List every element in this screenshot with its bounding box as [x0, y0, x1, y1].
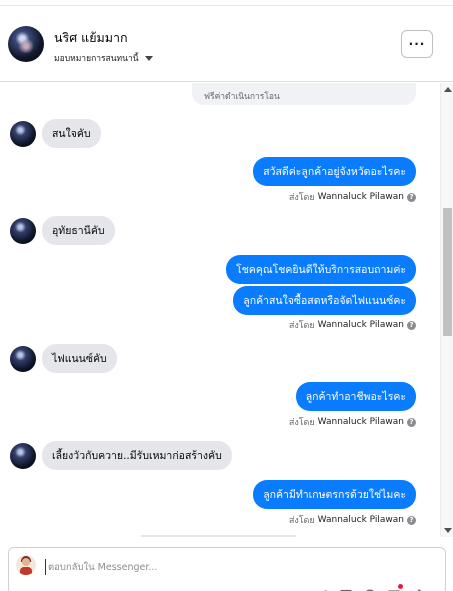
incoming-message[interactable]: สนใจคับ: [42, 119, 101, 148]
agent-name: Wannaluck Pilawan: [317, 320, 404, 330]
sent-by-label: ส่งโดย Wannaluck Pilawan ?: [289, 415, 416, 429]
scroll-down-arrow-icon[interactable]: [444, 528, 452, 533]
thread-scrollbar[interactable]: [440, 83, 453, 537]
gif-icon[interactable]: [339, 586, 353, 591]
paperclip-icon[interactable]: [315, 586, 329, 591]
agent-name: Wannaluck Pilawan: [317, 417, 404, 427]
system-banner: ฟรีค่าดำเนินการโอน: [192, 83, 416, 105]
more-horizontal-icon: ···: [408, 37, 426, 51]
incoming-message[interactable]: เลี้ยงวัวกับควาย..มีรับเหมาก่อสร้างคับ: [42, 441, 232, 470]
sent-by-prefix: ส่งโดย: [288, 516, 315, 526]
sent-by-label: ส่งโดย Wannaluck Pilawan ?: [289, 513, 416, 527]
partial-divider: [141, 535, 296, 537]
customer-avatar[interactable]: [10, 217, 36, 244]
outgoing-message[interactable]: โชคคุณโชคยินดีให้บริการสอบถามค่ะ: [226, 255, 416, 284]
sent-by-label: ส่งโดย Wannaluck Pilawan ?: [289, 190, 416, 204]
outgoing-message[interactable]: ลูกค้ามีทำเกษตรกรด้วยใช่ไมคะ: [253, 480, 416, 509]
contact-avatar[interactable]: [8, 26, 44, 62]
incoming-message-row: ไฟแนนซ์คับ: [10, 344, 117, 373]
customer-avatar[interactable]: [10, 345, 36, 372]
notification-dot: [398, 584, 403, 589]
help-icon[interactable]: ?: [407, 515, 416, 525]
agent-name: Wannaluck Pilawan: [317, 515, 404, 525]
scrollbar-thumb[interactable]: [443, 208, 452, 336]
more-options-button[interactable]: ···: [401, 30, 433, 58]
outgoing-message[interactable]: สวัสดีค่ะลูกค้าอยู่จังหวัดอะไรคะ: [253, 157, 416, 186]
help-icon[interactable]: ?: [407, 417, 416, 427]
thumbs-up-icon[interactable]: [411, 586, 425, 591]
sent-by-label: ส่งโดย Wannaluck Pilawan ?: [289, 318, 416, 332]
help-icon[interactable]: ?: [407, 320, 416, 330]
sent-by-prefix: ส่งโดย: [288, 193, 315, 203]
caret-down-icon: [144, 55, 153, 61]
outgoing-message[interactable]: ลูกค้าสนใจซื้อสดหรือจัดไฟแนนซ์คะ: [233, 286, 416, 315]
help-icon[interactable]: ?: [407, 192, 416, 202]
customer-avatar[interactable]: [10, 120, 36, 147]
incoming-message[interactable]: อุทัยธานีคับ: [42, 216, 115, 245]
conversation-header: นริศ แย้มมาก มอบหมายการสนทนานี้ ···: [0, 6, 453, 82]
scroll-up-arrow-icon[interactable]: [444, 87, 452, 92]
incoming-message-row: เลี้ยงวัวกับควาย..มีรับเหมาก่อสร้างคับ: [10, 441, 232, 470]
incoming-message-row: อุทัยธานีคับ: [10, 216, 115, 245]
outgoing-message[interactable]: ลูกค้าทำอาชีพอะไรคะ: [295, 382, 416, 411]
assign-label: มอบหมายการสนทนานี้: [54, 54, 139, 64]
message-thread[interactable]: ฟรีค่าดำเนินการโอน สนใจคับ สวัสดีค่ะลูกค…: [0, 83, 440, 537]
sent-by-prefix: ส่งโดย: [288, 321, 315, 331]
agent-name: Wannaluck Pilawan: [317, 192, 404, 202]
messenger-inbox-panel: นริศ แย้มมาก มอบหมายการสนทนานี้ ··· ฟรีค…: [0, 0, 453, 591]
incoming-message[interactable]: ไฟแนนซ์คับ: [42, 344, 117, 373]
contact-name[interactable]: นริศ แย้มมาก: [54, 28, 128, 48]
sent-by-prefix: ส่งโดย: [288, 418, 315, 428]
emoji-icon[interactable]: [363, 586, 377, 591]
reply-input[interactable]: [45, 559, 325, 575]
composer-box: [8, 547, 446, 591]
reply-composer: [0, 541, 453, 591]
incoming-message-row: สนใจคับ: [10, 119, 101, 148]
my-avatar: [16, 555, 36, 575]
composer-toolbar: [315, 584, 425, 591]
customer-avatar[interactable]: [10, 442, 36, 469]
assign-conversation-dropdown[interactable]: มอบหมายการสนทนานี้: [54, 51, 153, 65]
saved-reply-icon[interactable]: [387, 584, 403, 591]
